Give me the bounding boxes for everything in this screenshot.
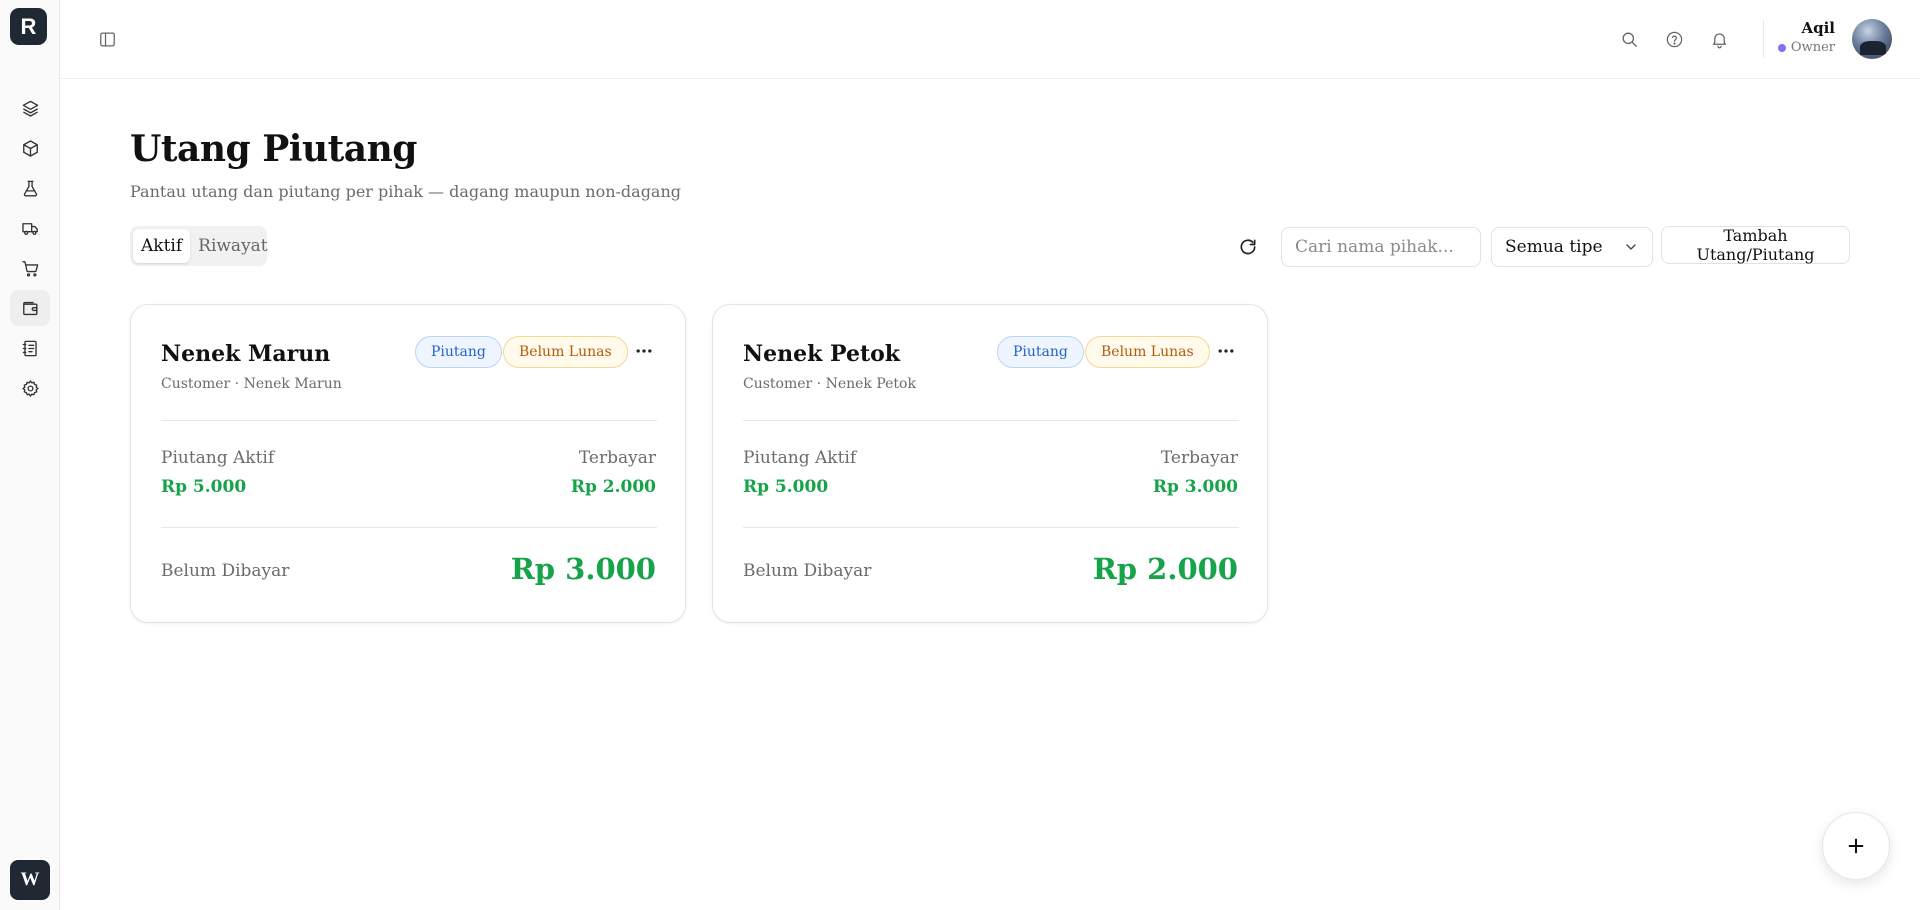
sidebar-item-reports[interactable] [10, 330, 50, 366]
bell-icon [1712, 32, 1726, 48]
active-value: Rp 5.000 [743, 477, 829, 497]
paid-value: Rp 3.000 [1152, 477, 1238, 497]
status-tabs: Aktif Riwayat [130, 226, 268, 266]
topbar-divider [1763, 20, 1764, 58]
search-icon [1621, 31, 1637, 47]
more-horizontal-icon [1218, 349, 1234, 353]
wallet-icon [22, 301, 38, 315]
plus-icon [1848, 838, 1864, 854]
chevron-down-icon [1626, 244, 1636, 250]
more-horizontal-icon [636, 349, 652, 353]
type-badge: Piutang [415, 336, 502, 368]
type-filter-value: Semua tipe [1505, 237, 1603, 257]
card-menu-button[interactable] [629, 336, 659, 366]
help-icon [1666, 31, 1682, 47]
paid-value: Rp 2.000 [570, 477, 656, 497]
sidebar-toggle-button[interactable] [91, 23, 123, 55]
cart-icon [21, 260, 38, 276]
notifications-button[interactable] [1703, 23, 1735, 55]
paid-label: Terbayar [578, 448, 656, 468]
sidebar-toggle-icon [99, 32, 115, 46]
card-divider [161, 527, 657, 528]
role-status-dot [1777, 43, 1786, 52]
sidebar-item-settings[interactable] [10, 370, 50, 406]
type-badge: Piutang [997, 336, 1084, 368]
card-meta: Customer · Nenek Marun [161, 376, 342, 392]
page-title: Utang Piutang [130, 128, 417, 170]
gear-icon [21, 379, 39, 397]
due-label: Belum Dibayar [743, 561, 872, 581]
card-meta: Customer · Nenek Petok [743, 376, 916, 392]
sidebar-item-shipping[interactable] [10, 210, 50, 246]
tab-aktif[interactable]: Aktif [133, 229, 191, 263]
sidebar-item-layers[interactable] [10, 90, 50, 126]
app-logo[interactable]: R [10, 8, 47, 45]
user-role: Owner [1777, 40, 1835, 55]
user-name: Aqil [1801, 19, 1835, 37]
sidebar-item-products[interactable] [10, 130, 50, 166]
topbar: Aqil Owner [60, 0, 1920, 79]
add-debt-button[interactable]: Tambah Utang/Piutang [1661, 226, 1850, 264]
search-button[interactable] [1613, 23, 1645, 55]
status-badge: Belum Lunas [1085, 336, 1210, 368]
layers-icon [22, 100, 38, 117]
sidebar-item-sales[interactable] [10, 250, 50, 286]
tab-riwayat[interactable]: Riwayat [190, 229, 276, 263]
avatar[interactable] [1852, 19, 1892, 59]
card-party-name: Nenek Petok [743, 341, 901, 367]
page-subtitle: Pantau utang dan piutang per pihak — dag… [130, 182, 682, 201]
card-divider [743, 420, 1239, 421]
sidebar-item-debts[interactable] [10, 290, 50, 326]
debt-card[interactable]: Nenek Marun Customer · Nenek Marun Piuta… [130, 304, 686, 623]
card-party-name: Nenek Marun [161, 341, 331, 367]
user-role-label: Owner [1790, 40, 1835, 55]
sidebar: R W [0, 0, 60, 910]
due-value: Rp 2.000 [1092, 552, 1238, 586]
flask-icon [23, 180, 37, 196]
paid-label: Terbayar [1160, 448, 1238, 468]
active-label: Piutang Aktif [161, 448, 275, 468]
active-value: Rp 5.000 [161, 477, 247, 497]
status-badge: Belum Lunas [503, 336, 628, 368]
floating-add-button[interactable] [1822, 812, 1890, 880]
card-menu-button[interactable] [1211, 336, 1241, 366]
help-button[interactable] [1658, 23, 1690, 55]
active-label: Piutang Aktif [743, 448, 857, 468]
refresh-icon [1240, 239, 1256, 255]
search-input[interactable] [1281, 227, 1481, 267]
box-icon [22, 139, 38, 157]
debt-card[interactable]: Nenek Petok Customer · Nenek Petok Piuta… [712, 304, 1268, 623]
refresh-button[interactable] [1232, 231, 1264, 263]
truck-icon [21, 222, 38, 235]
type-filter-select[interactable]: Semua tipe [1491, 227, 1653, 267]
card-divider [161, 420, 657, 421]
due-value: Rp 3.000 [510, 552, 656, 586]
sidebar-item-lab[interactable] [10, 170, 50, 206]
due-label: Belum Dibayar [161, 561, 290, 581]
notebook-icon [22, 340, 37, 356]
workspace-switcher[interactable]: W [10, 860, 50, 900]
card-divider [743, 527, 1239, 528]
